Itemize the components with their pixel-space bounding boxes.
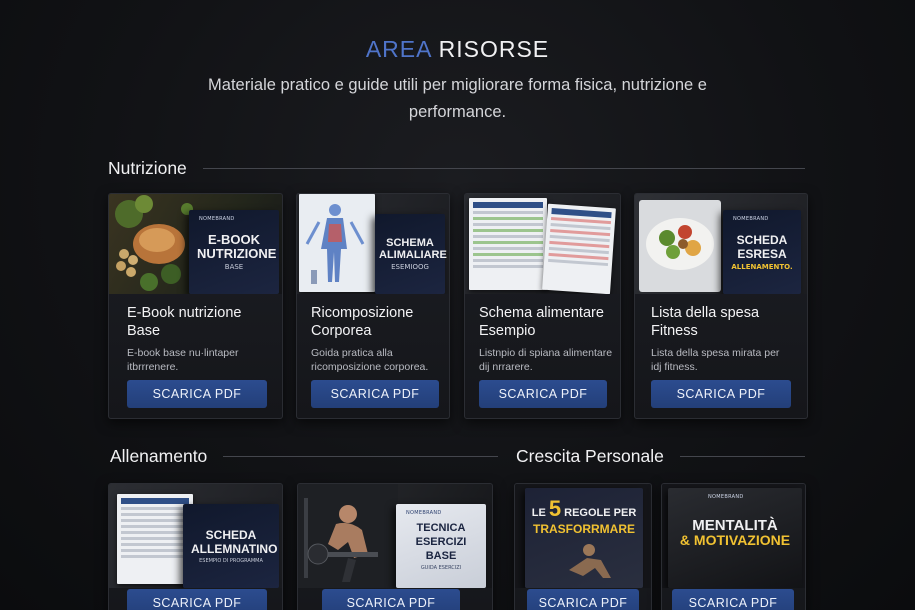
cover-title: SCHEDA ESRESA xyxy=(736,233,788,261)
section-title: Nutrizione xyxy=(108,158,187,178)
card-thumbnail: NOMEBRAND MENTALITÀ & MOTIVAZIONE xyxy=(662,484,805,588)
download-pdf-button[interactable]: SCARICA PDF xyxy=(322,589,460,610)
card-title: Ricomposizione Corporea xyxy=(311,305,414,339)
download-pdf-button[interactable]: SCARICA PDF xyxy=(127,589,267,610)
card-thumbnail: SCHEDA ALLEMNATINO ESEMPIO DI PROGRAMMA xyxy=(109,484,282,588)
cover-brand: NOMEBRAND xyxy=(733,216,769,222)
cover-line1: LE xyxy=(531,507,546,519)
card-description: Lista della spesa mirata per idj fitness… xyxy=(651,347,780,373)
cover-title: E-BOOK NUTRIZIONE xyxy=(197,232,277,261)
resource-card-mentalita: NOMEBRAND MENTALITÀ & MOTIVAZIONE SCARIC… xyxy=(661,483,806,610)
section-divider xyxy=(679,456,805,457)
section-header-nutrizione: Nutrizione xyxy=(108,158,805,179)
meal-plan-sheet xyxy=(542,203,616,294)
card-thumbnail: LE 5 REGOLE PER TRASFORRMARE xyxy=(515,484,651,588)
cover-line3: TRASFORRMARE xyxy=(533,522,635,536)
card-title: Lista della spesa Fitness xyxy=(651,305,760,339)
section-title: Crescita Personale xyxy=(516,446,664,466)
card-description: E-book base nu·lintaper itbrrrenere. xyxy=(127,347,239,373)
card-description: Listnpio di spiana alimentare dij nrrare… xyxy=(479,347,613,373)
cover-subtitle: ESEMPIO DI PROGRAMMA xyxy=(199,558,263,564)
salad-bowl-image xyxy=(639,200,721,292)
card-thumbnail xyxy=(465,194,620,294)
cover-heading: LE 5 REGOLE PER xyxy=(532,496,637,522)
resource-card-scheda-allenamento: SCHEDA ALLEMNATINO ESEMPIO DI PROGRAMMA … xyxy=(108,483,283,610)
section-header-crescita: Crescita Personale xyxy=(516,446,805,467)
anatomy-sheet xyxy=(299,194,375,292)
cover-brand: NOMEBRAND xyxy=(199,216,235,222)
athlete-silhouette xyxy=(569,544,611,578)
page-subtitle: Materiale pratico e guide utili per migl… xyxy=(208,76,707,121)
card-description: Goida pratica alla ricomposizione corpor… xyxy=(311,347,429,373)
cover-title: TECNICA ESERCIZI BASE xyxy=(415,522,467,562)
scheda-cover: SCHEDA ALLEMNATINO ESEMPIO DI PROGRAMMA xyxy=(183,504,279,588)
page-title-accent: AREA xyxy=(365,36,432,62)
resource-card-5-regole: LE 5 REGOLE PER TRASFORRMARE SCARICA PDF xyxy=(514,483,652,610)
regole-cover: LE 5 REGOLE PER TRASFORRMARE xyxy=(525,488,643,588)
download-pdf-button[interactable]: SCARICA PDF xyxy=(311,380,439,408)
cover-subtitle: ESEMIOOG xyxy=(391,263,429,271)
cover-brand: NOMEBRAND xyxy=(708,494,744,500)
ebook-cover: NOMEBRAND E-BOOK NUTRIZIONE BASE xyxy=(189,210,279,294)
cover-number: 5 xyxy=(548,496,562,521)
body-figure-icon xyxy=(305,204,365,284)
cover-subtitle: GUIDA ESERCIZI xyxy=(420,565,462,571)
download-pdf-button[interactable]: SCARICA PDF xyxy=(479,380,607,408)
card-thumbnail: NOMEBRAND TECNICA ESERCIZI BASE GUIDA ES… xyxy=(298,484,492,588)
page-title: AREA RISORSE xyxy=(0,36,915,63)
download-pdf-button[interactable]: SCARICA PDF xyxy=(651,380,791,408)
scheda-cover: NOMEBRAND SCHEDA ESRESA ALLENAMENTO. xyxy=(723,210,801,294)
workout-sheet xyxy=(117,494,193,584)
card-title: E-Book nutrizione Base xyxy=(127,305,242,339)
section-title: Allenamento xyxy=(110,446,208,466)
page-title-rest: RISORSE xyxy=(438,36,550,62)
cover-title: MENTALITÀ xyxy=(692,517,778,534)
schema-cover: SCHEMA ALIMALIARE ESEMIOOG xyxy=(375,214,447,294)
cover-title-2: & MOTIVAZIONE xyxy=(679,532,791,548)
resource-card-lista-spesa: NOMEBRAND SCHEDA ESRESA ALLENAMENTO. Lis… xyxy=(634,193,808,419)
card-thumbnail: NOMEBRAND E-BOOK NUTRIZIONE BASE xyxy=(109,194,282,294)
download-pdf-button[interactable]: SCARICA PDF xyxy=(127,380,267,408)
resource-card-schema-alimentare: Schema alimentare Esempio Listnpio di sp… xyxy=(464,193,621,419)
cover-title: SCHEDA ALLEMNATINO xyxy=(191,528,278,556)
cover-subtitle: ALLENAMENTO. xyxy=(731,263,793,271)
meal-plan-sheet xyxy=(469,198,547,290)
cover-line2: REGOLE PER xyxy=(564,507,637,519)
food-image xyxy=(115,195,193,291)
resource-card-ebook-nutrizione: NOMEBRAND E-BOOK NUTRIZIONE BASE E-Book … xyxy=(108,193,283,419)
mentalita-cover: NOMEBRAND MENTALITÀ & MOTIVAZIONE xyxy=(668,488,802,588)
card-thumbnail: NOMEBRAND SCHEDA ESRESA ALLENAMENTO. xyxy=(635,194,807,294)
section-divider xyxy=(223,456,498,457)
section-divider xyxy=(202,168,805,169)
cover-brand: NOMEBRAND xyxy=(406,510,442,516)
section-header-allenamento: Allenamento xyxy=(110,446,498,467)
card-thumbnail: SCHEMA ALIMALIARE ESEMIOOG xyxy=(297,194,449,294)
cover-subtitle: BASE xyxy=(224,263,244,271)
resource-card-ricomposizione: SCHEMA ALIMALIARE ESEMIOOG Ricomposizion… xyxy=(296,193,450,419)
resource-card-tecnica-esercizi: NOMEBRAND TECNICA ESERCIZI BASE GUIDA ES… xyxy=(297,483,493,610)
download-pdf-button[interactable]: SCARICA PDF xyxy=(672,589,794,610)
tecnica-cover: NOMEBRAND TECNICA ESERCIZI BASE GUIDA ES… xyxy=(396,504,486,588)
card-title: Schema alimentare Esempio xyxy=(479,305,604,339)
download-pdf-button[interactable]: SCARICA PDF xyxy=(527,589,639,610)
athlete-image xyxy=(298,484,398,588)
cover-title: SCHEMA ALIMALIARE xyxy=(379,237,447,261)
